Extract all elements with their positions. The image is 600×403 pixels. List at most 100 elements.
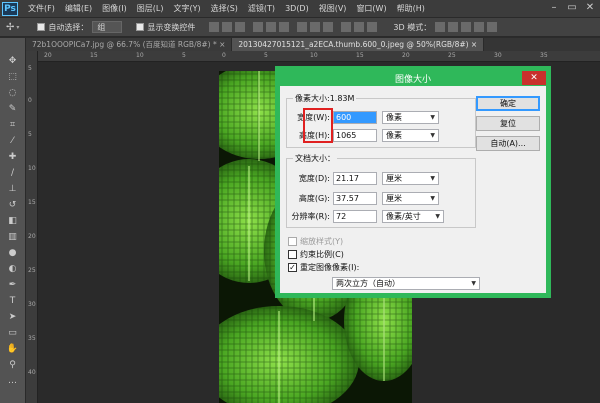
ruler-tick: 25 (448, 52, 456, 59)
distribute-bottom-icon[interactable] (323, 22, 334, 32)
menu-3d[interactable]: 3D(D) (285, 4, 309, 13)
3d-pan-icon[interactable] (461, 22, 472, 32)
clone-stamp-tool-icon[interactable]: ⊥ (4, 182, 22, 195)
dialog-title-bar[interactable]: 图像大小 ✕ (280, 71, 546, 86)
eraser-tool-icon[interactable]: ◧ (4, 214, 22, 227)
move-tool-icon[interactable]: ✥ (4, 54, 22, 67)
pen-tool-icon[interactable]: ✒ (4, 278, 22, 291)
gradient-tool-icon[interactable]: ▥ (4, 230, 22, 243)
chevron-down-icon: ▼ (430, 195, 435, 202)
align-bottom-icon[interactable] (235, 22, 246, 32)
auto-select-dropdown[interactable]: 组 (92, 21, 123, 33)
tools-panel: ✥ ⬚ ◌ ✎ ⌗ ⁄ ✚ ∕ ⊥ ↺ ◧ ▥ ● ◐ ✒ T ➤ ▭ ✋ ⚲ … (0, 38, 26, 403)
auto-button[interactable]: 自动(A)... (476, 136, 540, 151)
hand-tool-icon[interactable]: ✋ (4, 342, 22, 355)
options-bar: ✢ ▾ 自动选择： 组 显示变换控件 3D 模式： (0, 17, 600, 37)
distribute-hcenter-icon[interactable] (354, 22, 365, 32)
pixel-height-input[interactable]: 1065 (333, 129, 377, 142)
distribute-top-icon[interactable] (297, 22, 308, 32)
constrain-proportions-checkbox[interactable] (288, 250, 297, 259)
ruler-tick: 40 (28, 369, 36, 376)
crop-tool-icon[interactable]: ⌗ (4, 118, 22, 131)
constrain-proportions-option[interactable]: 约束比例(C) (288, 249, 344, 260)
ok-button[interactable]: 确定 (476, 96, 540, 111)
doc-width-input[interactable]: 21.17 (333, 172, 377, 185)
resample-label: 重定图像像素(I): (300, 263, 360, 272)
type-tool-icon[interactable]: T (4, 294, 22, 307)
ruler-tick: 5 (264, 52, 268, 59)
menu-image[interactable]: 图像(I) (102, 3, 127, 14)
path-select-tool-icon[interactable]: ➤ (4, 310, 22, 323)
healing-brush-tool-icon[interactable]: ✚ (4, 150, 22, 163)
eyedropper-tool-icon[interactable]: ⁄ (4, 134, 22, 147)
dialog-title: 图像大小 (394, 75, 431, 85)
blur-tool-icon[interactable]: ● (4, 246, 22, 259)
menu-bar: Ps 文件(F) 编辑(E) 图像(I) 图层(L) 文字(Y) 选择(S) 滤… (0, 0, 600, 17)
align-top-icon[interactable] (209, 22, 220, 32)
menu-window[interactable]: 窗口(W) (356, 3, 386, 14)
auto-select-checkbox[interactable] (37, 23, 46, 31)
menu-file[interactable]: 文件(F) (28, 3, 55, 14)
pixel-width-unit-select[interactable]: 像素 ▼ (382, 111, 439, 124)
image-size-dialog: 图像大小 ✕ 像素大小:1.83M 宽度(W): 600 像素 ▼ 高度(H): … (275, 66, 551, 298)
align-right-icon[interactable] (279, 22, 290, 32)
tool-preset-chevron-icon[interactable]: ▾ (16, 24, 19, 31)
doc-height-unit: 厘米 (386, 194, 402, 203)
doc-height-row: 高度(G): 37.57 厘米 ▼ (286, 192, 439, 205)
dialog-close-button[interactable]: ✕ (522, 71, 546, 85)
ruler-tick: 5 (28, 131, 32, 138)
quick-select-tool-icon[interactable]: ✎ (4, 102, 22, 115)
pixel-height-unit-select[interactable]: 像素 ▼ (382, 129, 439, 142)
resolution-unit-select[interactable]: 像素/英寸 ▼ (382, 210, 444, 223)
menu-type[interactable]: 文字(Y) (173, 3, 200, 14)
shape-tool-icon[interactable]: ▭ (4, 326, 22, 339)
lasso-tool-icon[interactable]: ◌ (4, 86, 22, 99)
move-tool-icon[interactable]: ✢ (6, 22, 14, 33)
menu-select[interactable]: 选择(S) (211, 3, 238, 14)
more-tools-icon[interactable]: … (4, 374, 22, 387)
menu-help[interactable]: 帮助(H) (397, 3, 425, 14)
reset-button[interactable]: 复位 (476, 116, 540, 131)
brush-tool-icon[interactable]: ∕ (4, 166, 22, 179)
distribute-vcenter-icon[interactable] (310, 22, 321, 32)
zoom-tool-icon[interactable]: ⚲ (4, 358, 22, 371)
ruler-tick: 30 (494, 52, 502, 59)
resample-option[interactable]: ✓ 重定图像像素(I): (288, 262, 359, 273)
resample-checkbox[interactable]: ✓ (288, 263, 297, 272)
ruler-tick: 10 (28, 165, 36, 172)
marquee-tool-icon[interactable]: ⬚ (4, 70, 22, 83)
resolution-input[interactable]: 72 (333, 210, 377, 223)
ruler-tick: 15 (90, 52, 98, 59)
close-window-icon[interactable]: ✕ (581, 0, 599, 15)
dodge-tool-icon[interactable]: ◐ (4, 262, 22, 275)
menu-view[interactable]: 视图(V) (319, 3, 347, 14)
show-transform-checkbox[interactable] (136, 23, 145, 31)
align-left-icon[interactable] (253, 22, 264, 32)
close-icon: ✕ (530, 73, 538, 83)
ruler-tick: 20 (28, 233, 36, 240)
3d-rotate-icon[interactable] (435, 22, 446, 32)
minimize-icon[interactable]: – (545, 0, 563, 15)
chevron-down-icon: ▼ (435, 213, 440, 220)
doc-height-unit-select[interactable]: 厘米 ▼ (382, 192, 439, 205)
tab-document-2[interactable]: 20130427015121_a2ECA.thumb.600_0.jpeg @ … (232, 38, 485, 51)
resample-method-select[interactable]: 两次立方（自动） ▼ (332, 277, 480, 290)
menu-filter[interactable]: 滤镜(T) (248, 3, 275, 14)
pixel-width-input[interactable]: 600 (333, 111, 377, 124)
ruler-tick: 5 (28, 65, 32, 72)
distribute-left-icon[interactable] (341, 22, 352, 32)
3d-scale-icon[interactable] (487, 22, 498, 32)
distribute-right-icon[interactable] (367, 22, 378, 32)
maximize-icon[interactable]: ▭ (563, 0, 581, 15)
doc-width-unit-select[interactable]: 厘米 ▼ (382, 172, 439, 185)
align-hcenter-icon[interactable] (266, 22, 277, 32)
menu-layer[interactable]: 图层(L) (137, 3, 164, 14)
menu-edit[interactable]: 编辑(E) (65, 3, 92, 14)
3d-roll-icon[interactable] (448, 22, 459, 32)
chevron-down-icon: ▼ (471, 280, 476, 287)
doc-height-input[interactable]: 37.57 (333, 192, 377, 205)
history-brush-tool-icon[interactable]: ↺ (4, 198, 22, 211)
align-vcenter-icon[interactable] (222, 22, 233, 32)
3d-slide-icon[interactable] (474, 22, 485, 32)
tab-document-1[interactable]: 72b1OOOPICa7.jpg @ 66.7% (百度知道 RGB/8#) *… (26, 38, 233, 51)
